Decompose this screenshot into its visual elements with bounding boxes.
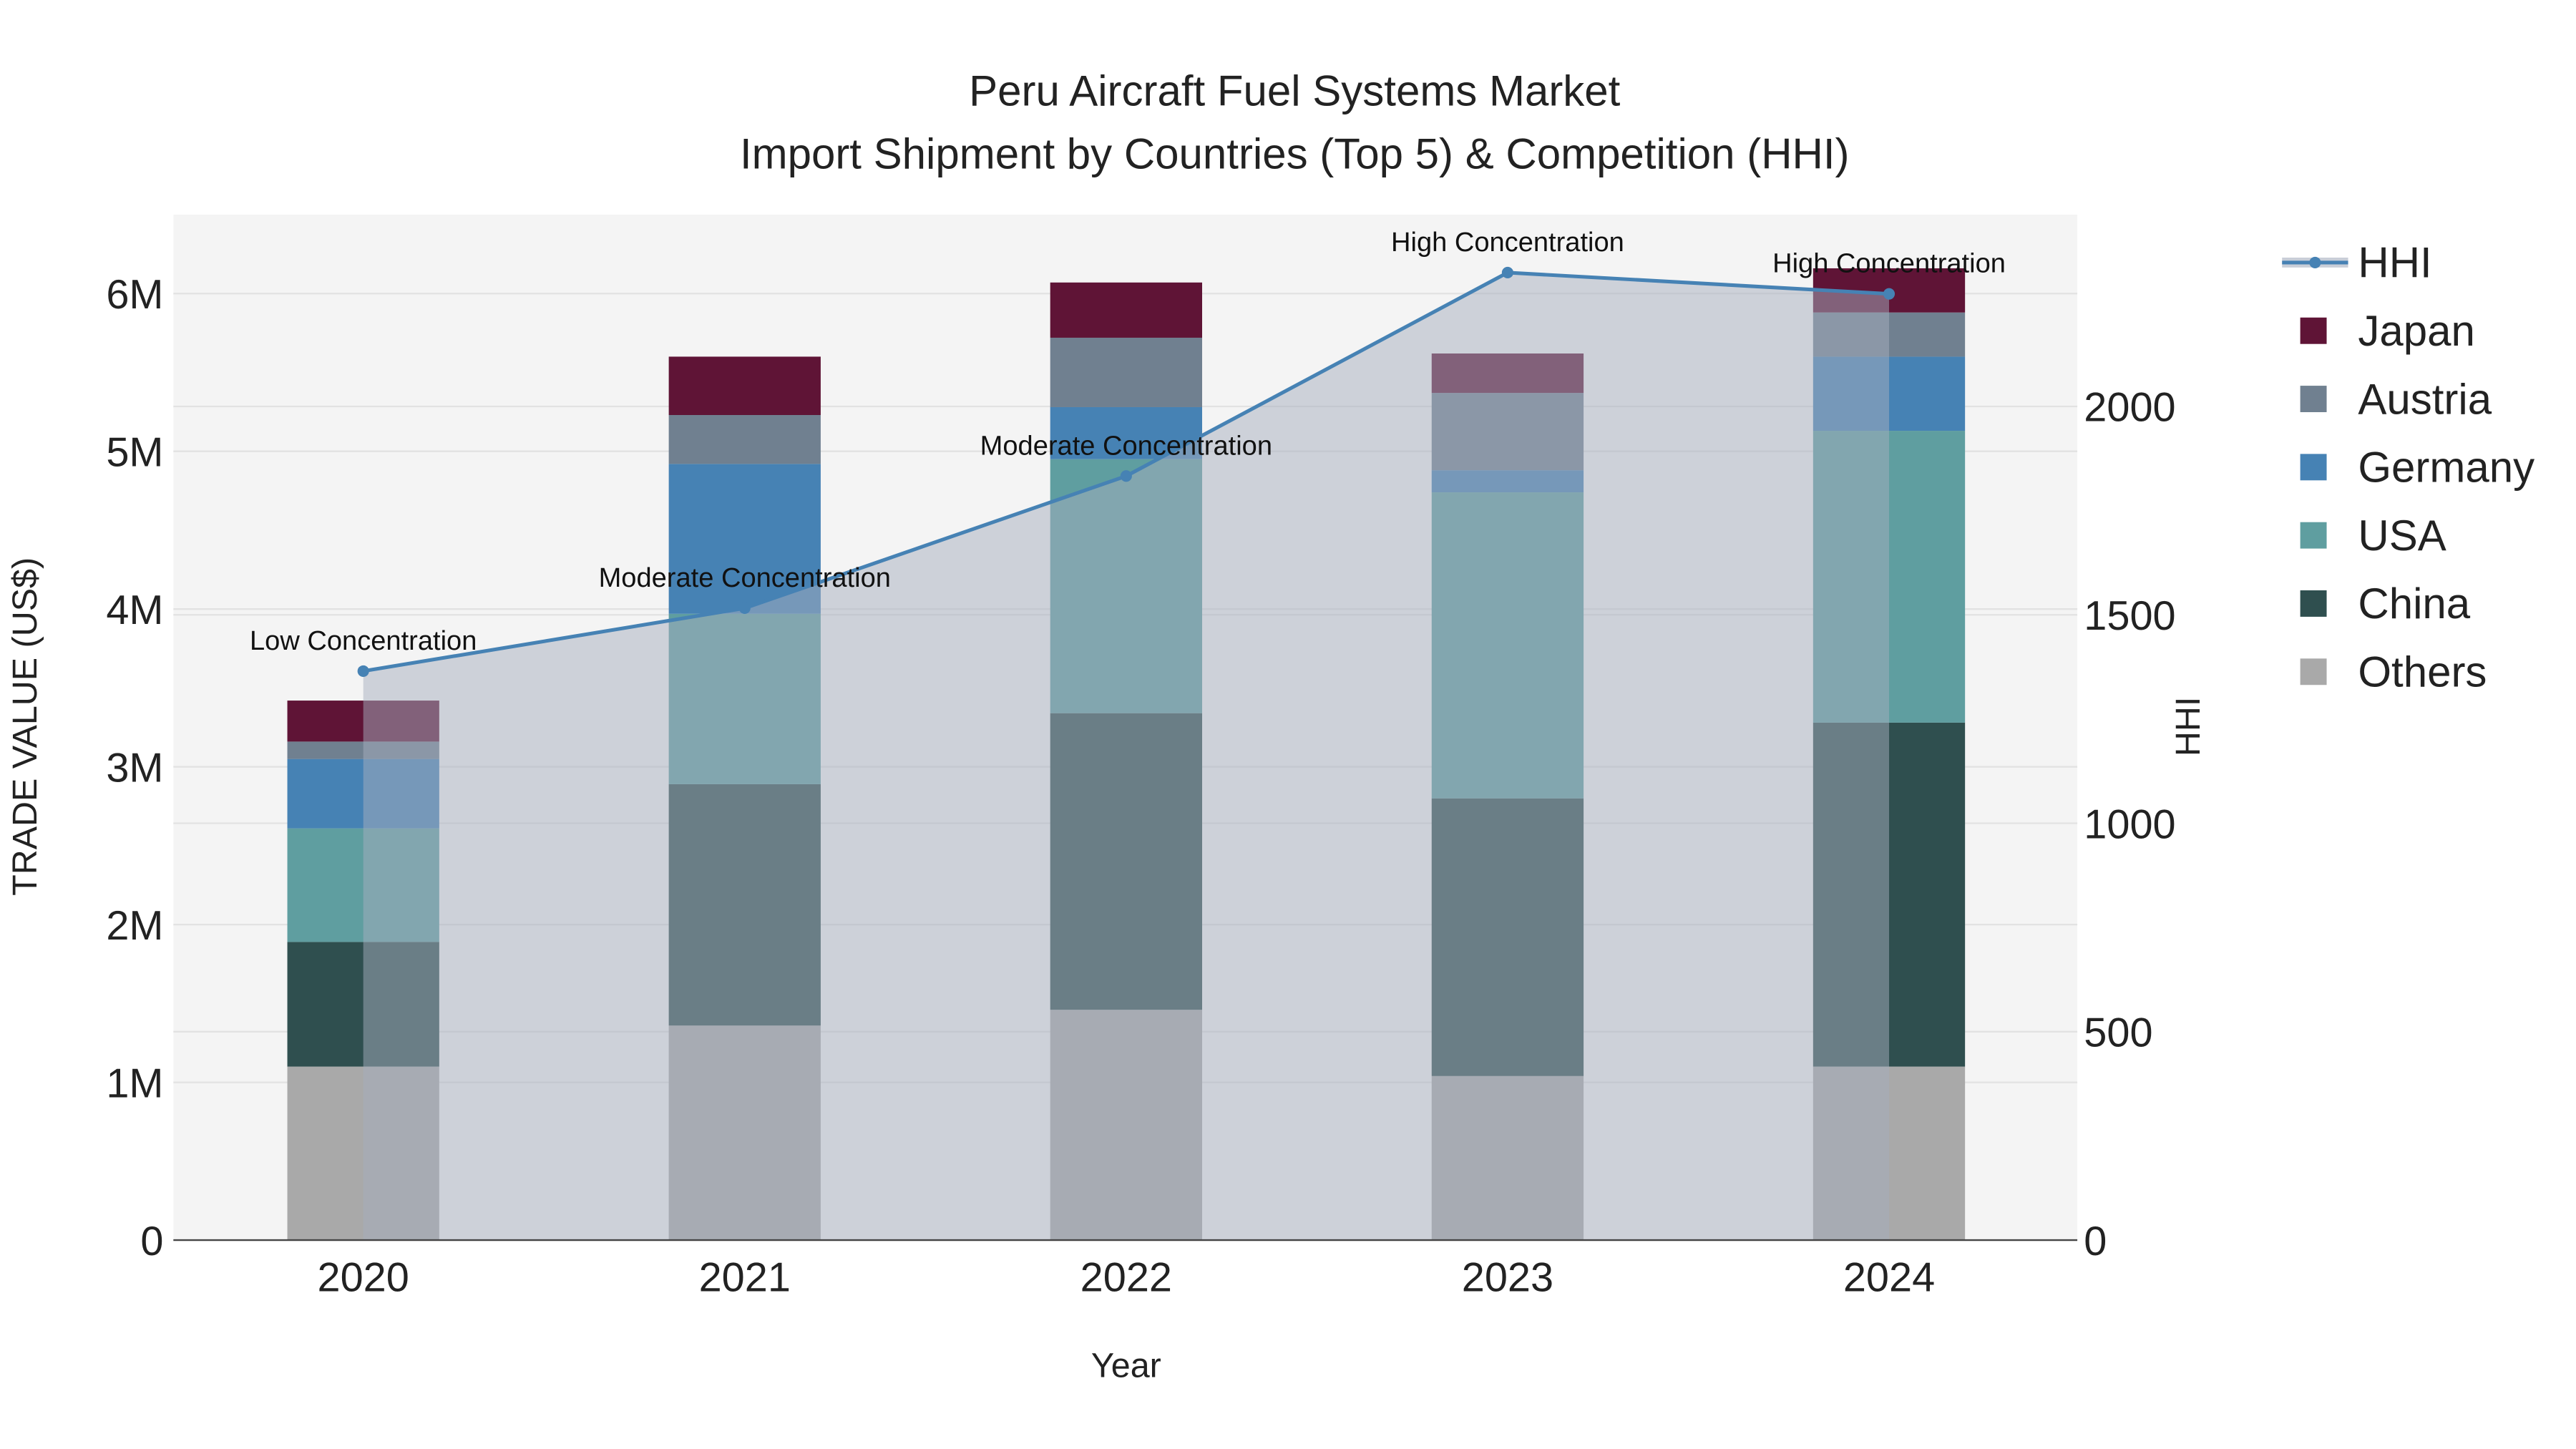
x-tick-label: 2020 [318, 1255, 409, 1301]
y-tick-label: 3M [106, 745, 163, 791]
hhi-annotation: Moderate Concentration [599, 563, 891, 593]
y2-tick-label: 500 [2084, 1010, 2152, 1056]
legend-swatch-japan [2300, 317, 2327, 344]
x-tick-label: 2024 [1843, 1255, 1935, 1301]
y-axis-title: TRADE VALUE (US$) [6, 557, 44, 896]
legend-label-usa: USA [2358, 512, 2446, 560]
y2-tick-label: 0 [2084, 1219, 2107, 1264]
legend-label-others: Others [2358, 648, 2487, 696]
legend-swatch-china [2300, 590, 2327, 617]
x-tick-label: 2021 [699, 1255, 791, 1301]
bar-segment-japan-2021 [668, 356, 821, 416]
legend-label-hhi: HHI [2358, 239, 2431, 287]
y-axis-ticks: 0 1M 2M 3M 4M 5M 6M [106, 272, 163, 1264]
bar-segment-japan-2022 [1050, 282, 1202, 338]
legend-label-china: China [2358, 580, 2470, 628]
legend-swatch-others [2300, 658, 2327, 686]
bar-segment-austria-2022 [1050, 337, 1202, 407]
y-tick-label: 1M [106, 1060, 163, 1106]
y2-tick-label: 2000 [2084, 385, 2175, 431]
legend-swatch-usa [2300, 522, 2327, 549]
x-tick-label: 2022 [1080, 1255, 1172, 1301]
y2-axis-title: HHI [2169, 697, 2207, 756]
legend-swatch-austria [2300, 386, 2327, 412]
hhi-annotation: High Concentration [1772, 249, 2006, 279]
y2-tick-label: 1500 [2084, 593, 2175, 639]
hhi-annotation: High Concentration [1391, 228, 1624, 258]
y2-tick-label: 1000 [2084, 801, 2175, 847]
chart-subtitle: Import Shipment by Countries (Top 5) & C… [740, 130, 1850, 177]
x-axis-ticks: 2020 2021 2022 2023 2024 [318, 1255, 1936, 1301]
hhi-point-2020 [357, 665, 369, 677]
x-tick-label: 2023 [1462, 1255, 1553, 1301]
bar-segment-austria-2021 [668, 415, 821, 464]
hhi-point-2023 [1501, 266, 1513, 279]
chart-title: Peru Aircraft Fuel Systems Market [969, 67, 1621, 115]
legend-label-japan: Japan [2358, 307, 2474, 355]
legend-label-germany: Germany [2358, 444, 2534, 492]
y-tick-label: 5M [106, 429, 163, 475]
hhi-annotation: Moderate Concentration [980, 431, 1272, 461]
hhi-point-2022 [1120, 470, 1132, 482]
hhi-point-2024 [1883, 288, 1896, 300]
y-tick-label: 6M [106, 272, 163, 318]
y-tick-label: 4M [106, 587, 163, 633]
x-axis-title: Year [1091, 1347, 1161, 1385]
y-tick-label: 0 [140, 1219, 163, 1264]
hhi-annotation: Low Concentration [250, 626, 477, 656]
legend-marker-hhi [2309, 256, 2321, 268]
legend-label-austria: Austria [2358, 375, 2492, 423]
legend-swatch-germany [2300, 454, 2327, 481]
y2-axis-ticks: 0 500 1000 1500 2000 [2084, 385, 2175, 1264]
chart: Low Concentration Moderate Concentration M… [6, 67, 2534, 1385]
legend: HHI Japan Austria Germany USA China Others [2282, 239, 2534, 696]
y-tick-label: 2M [106, 903, 163, 949]
hhi-point-2021 [738, 602, 751, 615]
